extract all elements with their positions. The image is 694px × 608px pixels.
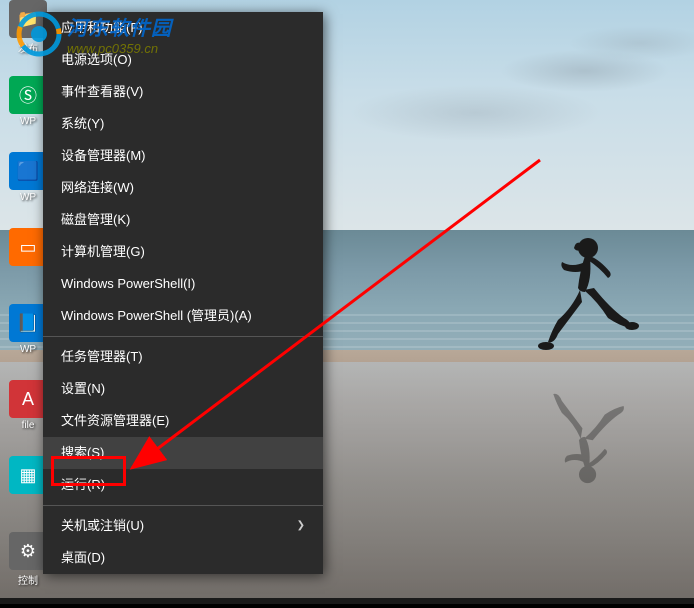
menu-item-label: 应用和功能(F) (61, 20, 143, 36)
menu-item-label: 桌面(D) (61, 550, 105, 566)
menu-item-computer-management[interactable]: 计算机管理(G) (43, 236, 323, 268)
desktop-icon[interactable]: ▦ (8, 456, 48, 526)
menu-item-label: 磁盘管理(K) (61, 212, 130, 228)
menu-item-network-connections[interactable]: 网络连接(W) (43, 172, 323, 204)
menu-item-label: Windows PowerShell(I) (61, 276, 195, 292)
wallpaper-clouds (330, 15, 694, 155)
menu-item-label: 事件查看器(V) (61, 84, 143, 100)
menu-item-label: 设备管理器(M) (61, 148, 146, 164)
desktop-icon[interactable]: ⚙ 控制 (8, 532, 48, 602)
menu-item-desktop[interactable]: 桌面(D) (43, 542, 323, 574)
app-icon: ▭ (9, 228, 47, 266)
desktop-icon[interactable]: ▭ (8, 228, 48, 298)
menu-item-device-manager[interactable]: 设备管理器(M) (43, 140, 323, 172)
desktop-icon[interactable]: A file (8, 380, 48, 450)
desktop-icon[interactable]: 📘 WP (8, 304, 48, 374)
wallpaper-runner-reflection (530, 370, 640, 490)
desktop-icon[interactable]: 🟦 WP (8, 152, 48, 222)
menu-item-powershell[interactable]: Windows PowerShell(I) (43, 268, 323, 300)
menu-item-label: 设置(N) (61, 381, 105, 397)
taskbar[interactable] (0, 598, 694, 604)
menu-item-label: 电源选项(O) (61, 52, 132, 68)
menu-item-label: 网络连接(W) (61, 180, 134, 196)
wallpaper-runner (530, 230, 640, 370)
desktop-icon-label: WP (20, 344, 36, 355)
desktop-icon-label: file (22, 420, 35, 431)
menu-item-system[interactable]: 系统(Y) (43, 108, 323, 140)
desktop-icon-label: 控制 (18, 572, 38, 587)
menu-item-powershell-admin[interactable]: Windows PowerShell (管理员)(A) (43, 300, 323, 332)
menu-separator (43, 505, 323, 506)
app-icon: 🟦 (9, 152, 47, 190)
menu-item-settings[interactable]: 设置(N) (43, 373, 323, 405)
menu-item-label: 计算机管理(G) (61, 244, 145, 260)
app-icon: A (9, 380, 47, 418)
menu-item-label: 关机或注销(U) (61, 518, 144, 534)
app-icon: Ⓢ (9, 76, 47, 114)
menu-item-label: Windows PowerShell (管理员)(A) (61, 308, 252, 324)
menu-item-label: 系统(Y) (61, 116, 104, 132)
menu-item-disk-management[interactable]: 磁盘管理(K) (43, 204, 323, 236)
settings-icon: ⚙ (9, 532, 47, 570)
menu-item-label: 任务管理器(T) (61, 349, 143, 365)
app-icon: ▦ (9, 456, 47, 494)
menu-item-task-manager[interactable]: 任务管理器(T) (43, 341, 323, 373)
menu-item-label: 文件资源管理器(E) (61, 413, 169, 429)
winx-context-menu: 应用和功能(F) 电源选项(O) 事件查看器(V) 系统(Y) 设备管理器(M)… (43, 12, 323, 574)
menu-item-run[interactable]: 运行(R) (43, 469, 323, 501)
menu-item-event-viewer[interactable]: 事件查看器(V) (43, 76, 323, 108)
menu-item-search[interactable]: 搜索(S) (43, 437, 323, 469)
menu-item-apps-features[interactable]: 应用和功能(F) (43, 12, 323, 44)
menu-item-label: 搜索(S) (61, 445, 104, 461)
desktop-icon-label: WP (20, 192, 36, 203)
folder-icon: 📁 (9, 0, 47, 38)
chevron-right-icon: ❯ (297, 518, 305, 534)
app-icon: 📘 (9, 304, 47, 342)
desktop-icon-label: 发布 (18, 40, 38, 55)
desktop-icon-label: WP (20, 116, 36, 127)
desktop-icon[interactable]: 📁 发布 (8, 0, 48, 70)
menu-item-label: 运行(R) (61, 477, 105, 493)
desktop-icon[interactable]: Ⓢ WP (8, 76, 48, 146)
menu-item-shutdown-signout[interactable]: 关机或注销(U) ❯ (43, 510, 323, 542)
menu-item-file-explorer[interactable]: 文件资源管理器(E) (43, 405, 323, 437)
menu-separator (43, 336, 323, 337)
menu-item-power-options[interactable]: 电源选项(O) (43, 44, 323, 76)
